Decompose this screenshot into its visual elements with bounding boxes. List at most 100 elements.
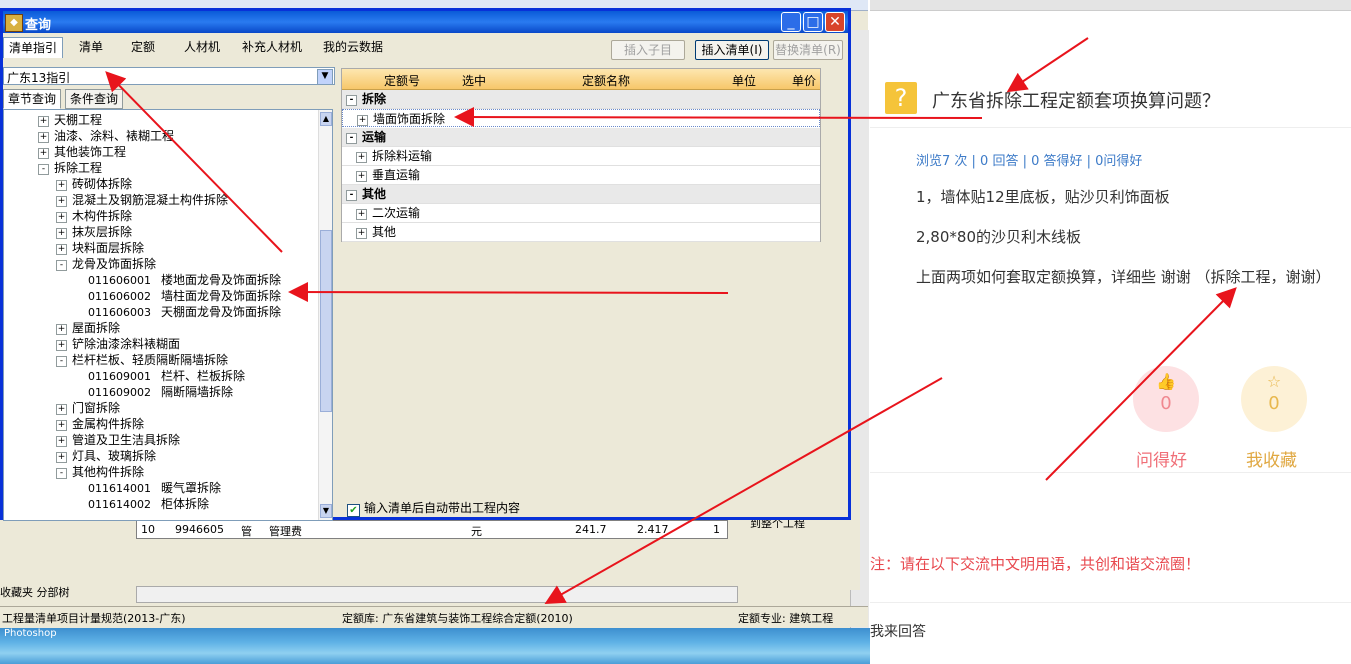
tree-node[interactable]: + 砖砌体拆除 bbox=[56, 176, 132, 192]
tree-node[interactable]: 011609002 隔断隔墙拆除 bbox=[88, 384, 233, 400]
like-label[interactable]: 问得好 bbox=[1136, 446, 1187, 471]
grid-row[interactable]: + 垂直运输 bbox=[342, 166, 820, 185]
tree-node[interactable]: 011614001 暖气罩拆除 bbox=[88, 480, 221, 496]
collapse-icon[interactable]: - bbox=[346, 190, 357, 201]
tree-node[interactable]: + 天棚工程 bbox=[38, 112, 102, 128]
expand-icon[interactable]: + bbox=[357, 115, 368, 126]
tree-node[interactable]: + 管道及卫生洁具拆除 bbox=[56, 432, 180, 448]
tree-node[interactable]: - 龙骨及饰面拆除 bbox=[56, 256, 156, 272]
col-selected[interactable]: 选中 bbox=[462, 72, 486, 89]
tree-node[interactable]: + 混凝土及钢筋混凝土构件拆除 bbox=[56, 192, 228, 208]
tree-node[interactable]: 011606003 天棚面龙骨及饰面拆除 bbox=[88, 304, 281, 320]
expand-icon[interactable]: + bbox=[56, 228, 67, 239]
grid-group-row[interactable]: - 运输 bbox=[342, 128, 820, 147]
guide-select[interactable]: 广东13指引 ▼ bbox=[3, 67, 335, 85]
expand-icon[interactable]: + bbox=[56, 180, 67, 191]
favorite-label[interactable]: 我收藏 bbox=[1246, 446, 1297, 471]
maximize-button[interactable]: □ bbox=[803, 12, 823, 32]
horizontal-scrollbar[interactable] bbox=[136, 586, 738, 603]
tree-node[interactable]: - 栏杆栏板、轻质隔断隔墙拆除 bbox=[56, 352, 228, 368]
favorite-button[interactable]: ☆ 0 bbox=[1241, 366, 1307, 432]
tree-node[interactable]: + 铲除油漆涂料裱糊面 bbox=[56, 336, 180, 352]
tab-list-guide[interactable]: 清单指引 bbox=[3, 37, 63, 58]
col-quota-name[interactable]: 定额名称 bbox=[582, 72, 630, 89]
tab-cloud-data[interactable]: 我的云数据 bbox=[317, 37, 389, 57]
grid-row-label: 其他 bbox=[362, 187, 387, 201]
expand-icon[interactable]: + bbox=[56, 212, 67, 223]
replace-list-button[interactable]: 替换清单(R) bbox=[773, 40, 843, 60]
insert-child-button[interactable]: 插入子目 bbox=[611, 40, 685, 60]
collapse-icon[interactable]: - bbox=[38, 164, 49, 175]
tree-node[interactable]: 011609001 栏杆、栏板拆除 bbox=[88, 368, 245, 384]
scroll-up-icon[interactable]: ▲ bbox=[320, 112, 332, 126]
expand-icon[interactable]: + bbox=[356, 171, 367, 182]
tree-node[interactable]: + 灯具、玻璃拆除 bbox=[56, 448, 156, 464]
expand-icon[interactable]: + bbox=[356, 152, 367, 163]
grid-row[interactable]: + 二次运输 bbox=[342, 204, 820, 223]
like-button[interactable]: 👍 0 bbox=[1133, 366, 1199, 432]
collapse-icon[interactable]: - bbox=[346, 95, 357, 106]
col-unit[interactable]: 单位 bbox=[732, 72, 756, 89]
node-code: 011609001 bbox=[88, 370, 151, 383]
tree-node[interactable]: - 拆除工程 bbox=[38, 160, 102, 176]
tree-node[interactable]: + 木构件拆除 bbox=[56, 208, 132, 224]
check-icon[interactable]: ✔ bbox=[347, 504, 360, 517]
expand-icon[interactable]: + bbox=[56, 420, 67, 431]
background-tabs[interactable]: 收藏夹 分部树 bbox=[0, 584, 130, 600]
expand-icon[interactable]: + bbox=[56, 404, 67, 415]
expand-icon[interactable]: + bbox=[38, 132, 49, 143]
close-button[interactable]: ✕ bbox=[825, 12, 845, 32]
tree-node[interactable]: 011614002 柜体拆除 bbox=[88, 496, 209, 512]
collapse-icon[interactable]: - bbox=[56, 468, 67, 479]
node-label: 混凝土及钢筋混凝土构件拆除 bbox=[72, 193, 229, 207]
expand-icon[interactable]: + bbox=[38, 148, 49, 159]
tab-supplement[interactable]: 补充人材机 bbox=[237, 37, 307, 57]
tree-node[interactable]: + 抹灰层拆除 bbox=[56, 224, 132, 240]
tree-node[interactable]: + 金属构件拆除 bbox=[56, 416, 144, 432]
grid-group-row[interactable]: - 拆除 bbox=[342, 90, 820, 109]
scroll-down-icon[interactable]: ▼ bbox=[320, 504, 332, 518]
expand-icon[interactable]: + bbox=[56, 340, 67, 351]
tab-labor-material[interactable]: 人材机 bbox=[175, 37, 229, 57]
grid-row[interactable]: + 拆除料运输 bbox=[342, 147, 820, 166]
background-table-row[interactable]: 10 9946605 管 管理费 元 241.7 2.417 1 bbox=[136, 520, 728, 539]
chevron-down-icon[interactable]: ▼ bbox=[317, 69, 333, 85]
grid-row[interactable]: + 墙面饰面拆除 bbox=[342, 109, 820, 127]
scroll-thumb[interactable] bbox=[320, 230, 332, 412]
grid-row[interactable]: + 其他 bbox=[342, 223, 820, 242]
browser-tabs[interactable] bbox=[870, 0, 1351, 11]
minimize-button[interactable]: _ bbox=[781, 12, 801, 32]
tree-node[interactable]: + 块料面层拆除 bbox=[56, 240, 144, 256]
expand-icon[interactable]: + bbox=[356, 209, 367, 220]
tree-scrollbar[interactable]: ▲ ▼ bbox=[318, 110, 332, 520]
tree-node[interactable]: + 屋面拆除 bbox=[56, 320, 120, 336]
tree-node[interactable]: + 油漆、涂料、裱糊工程 bbox=[38, 128, 174, 144]
expand-icon[interactable]: + bbox=[56, 244, 67, 255]
expand-icon[interactable]: + bbox=[356, 228, 367, 239]
expand-icon[interactable]: + bbox=[56, 452, 67, 463]
tab-chapter-query[interactable]: 章节查询 bbox=[3, 89, 62, 109]
tab-condition-query[interactable]: 条件查询 bbox=[65, 89, 124, 109]
col-price[interactable]: 单价 bbox=[792, 72, 816, 89]
collapse-icon[interactable]: - bbox=[346, 133, 357, 144]
title-bar[interactable]: ◆ 查询 _ □ ✕ bbox=[3, 11, 848, 33]
quota-grid: 定额号 选中 定额名称 单位 单价 - 拆除 + 墙面饰面拆除 - 运输 + 拆除料运输 + 垂直… bbox=[341, 68, 821, 242]
expand-icon[interactable]: + bbox=[56, 436, 67, 447]
tree-node[interactable]: + 其他装饰工程 bbox=[38, 144, 126, 160]
tree-node[interactable]: 011606002 墙柱面龙骨及饰面拆除 bbox=[88, 288, 281, 304]
expand-icon[interactable]: + bbox=[38, 116, 49, 127]
col-quota-no[interactable]: 定额号 bbox=[384, 72, 420, 89]
collapse-icon[interactable]: - bbox=[56, 260, 67, 271]
tab-quota[interactable]: 定额 bbox=[121, 37, 165, 57]
insert-list-button[interactable]: 插入清单(I) bbox=[695, 40, 769, 60]
expand-icon[interactable]: + bbox=[56, 324, 67, 335]
expand-icon[interactable]: + bbox=[56, 196, 67, 207]
grid-group-row[interactable]: - 其他 bbox=[342, 185, 820, 204]
answer-heading[interactable]: 我来回答 bbox=[870, 621, 926, 641]
tree-node[interactable]: 011606001 楼地面龙骨及饰面拆除 bbox=[88, 272, 281, 288]
collapse-icon[interactable]: - bbox=[56, 356, 67, 367]
tree-node[interactable]: - 其他构件拆除 bbox=[56, 464, 144, 480]
tab-list[interactable]: 清单 bbox=[69, 37, 113, 57]
auto-fill-option[interactable]: ✔ 输入清单后自动带出工程内容 bbox=[347, 499, 520, 517]
tree-node[interactable]: + 门窗拆除 bbox=[56, 400, 120, 416]
